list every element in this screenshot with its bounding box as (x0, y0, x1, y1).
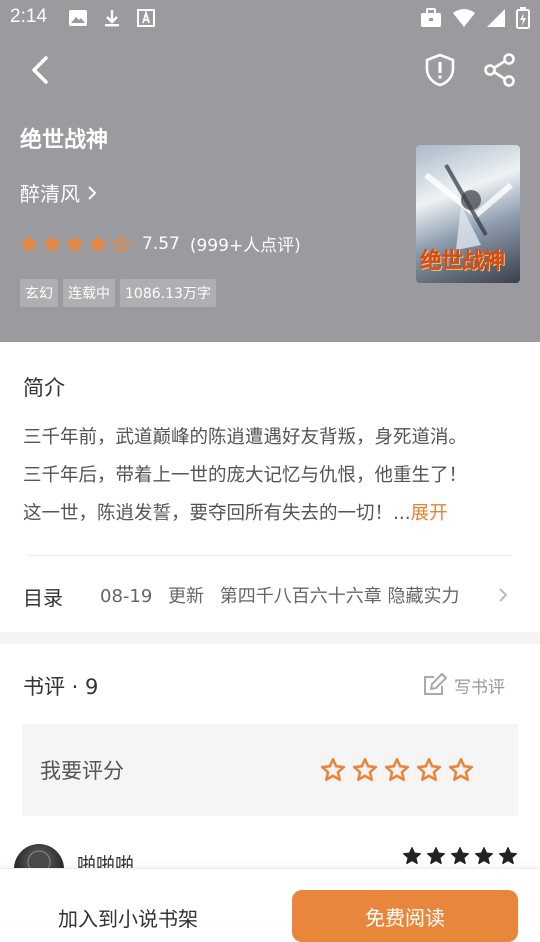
book-title: 绝世战神 (20, 128, 109, 153)
reviewer-stars (402, 846, 518, 866)
write-review-label: 写书评 (454, 677, 505, 698)
report-button[interactable] (422, 52, 458, 88)
shield-alert-icon (425, 53, 455, 87)
intro-line-last: 这一世，陈逍发誓，要夺回所有失去的一切！...展开 (23, 495, 513, 533)
star-filled-icon (403, 847, 421, 865)
review-title: 书评 · 9 (23, 675, 99, 699)
rate-box: 我要评分 (22, 724, 518, 816)
toc-label: 目录 (23, 586, 63, 610)
author-link[interactable]: 醉清风 (20, 178, 98, 207)
expand-link[interactable]: 展开 (411, 503, 448, 524)
intro-heading: 简介 (23, 376, 65, 400)
star-outline-icon[interactable] (352, 757, 378, 783)
author-name: 醉清风 (20, 182, 80, 206)
chevron-left-icon (32, 56, 48, 84)
divider (28, 555, 512, 556)
star-filled-icon (66, 235, 84, 252)
star-filled-icon (20, 235, 38, 252)
chevron-right-icon (88, 185, 97, 200)
share-icon (484, 53, 515, 87)
download-notification-icon (105, 10, 119, 27)
status-bar: 2:14 (0, 0, 540, 36)
battery-icon (516, 7, 530, 29)
tag-genre: 玄幻 (20, 279, 58, 307)
toc-latest: 08-19 更新 第四千八百六十六章 隐藏实力 (100, 582, 470, 608)
toc-update: 更新 (168, 586, 205, 607)
share-button[interactable] (482, 52, 518, 88)
add-to-shelf-button[interactable]: 加入到小说书架 (58, 903, 198, 932)
star-filled-icon (427, 847, 445, 865)
star-filled-icon (475, 847, 493, 865)
star-filled-icon (43, 235, 61, 252)
intro-line-text: 这一世，陈逍发誓，要夺回所有失去的一切！... (23, 503, 411, 524)
star-outline-icon[interactable] (416, 757, 442, 783)
toc-row[interactable]: 目录 08-19 更新 第四千八百六十六章 隐藏实力 (0, 558, 540, 632)
intro-line: 三千年前，武道巅峰的陈逍遭遇好友背叛，身死道消。 (23, 427, 468, 448)
star-outline-icon (112, 235, 130, 252)
work-profile-icon (421, 8, 441, 27)
signal-icon (487, 9, 505, 27)
image-notification-icon (69, 10, 87, 26)
font-notification-icon (137, 9, 155, 27)
star-filled-icon (89, 235, 107, 252)
star-filled-icon (451, 847, 469, 865)
bottom-action-bar: 加入到小说书架 免费阅读 (0, 868, 540, 942)
read-free-button[interactable]: 免费阅读 (292, 890, 518, 942)
status-time: 2:14 (10, 6, 47, 27)
cover-title: 绝世战神 (420, 248, 505, 274)
rating-score: 7.57 (142, 233, 180, 254)
star-outline-icon[interactable] (320, 757, 346, 783)
book-header: 2:14 绝世战神 醉清风 7.57 (999+人点评) 玄幻 连载中 1086 (0, 0, 540, 342)
section-gap (0, 632, 540, 644)
tag-status: 连载中 (63, 279, 115, 307)
book-cover[interactable]: 绝世战神 (416, 145, 520, 283)
tag-wordcount: 1086.13万字 (120, 279, 216, 307)
rating-count: (999+人点评) (189, 236, 301, 256)
star-outline-icon[interactable] (384, 757, 410, 783)
rating-row: 7.57 (999+人点评) (20, 231, 301, 256)
toc-chapter: 第四千八百六十六章 隐藏实力 (219, 586, 460, 607)
intro-line: 三千年后，带着上一世的庞大记忆与仇恨，他重生了！ (23, 465, 468, 486)
rate-prompt: 我要评分 (40, 759, 124, 783)
rating-stars (20, 235, 130, 253)
rate-stars[interactable] (320, 757, 474, 783)
chevron-right-icon (499, 588, 508, 602)
star-filled-icon (499, 847, 517, 865)
book-tags: 玄幻 连载中 1086.13万字 (20, 279, 216, 307)
star-outline-icon[interactable] (448, 757, 474, 783)
intro-text: 三千年前，武道巅峰的陈逍遭遇好友背叛，身死道消。 三千年后，带着上一世的庞大记忆… (23, 419, 513, 533)
toc-date: 08-19 (100, 586, 153, 607)
write-review-button[interactable]: 写书评 (422, 672, 505, 698)
wifi-icon (453, 9, 475, 27)
intro-section: 简介 三千年前，武道巅峰的陈逍遭遇好友背叛，身死道消。 三千年后，带着上一世的庞… (0, 342, 540, 632)
back-button[interactable] (22, 50, 58, 90)
edit-icon (424, 673, 447, 695)
